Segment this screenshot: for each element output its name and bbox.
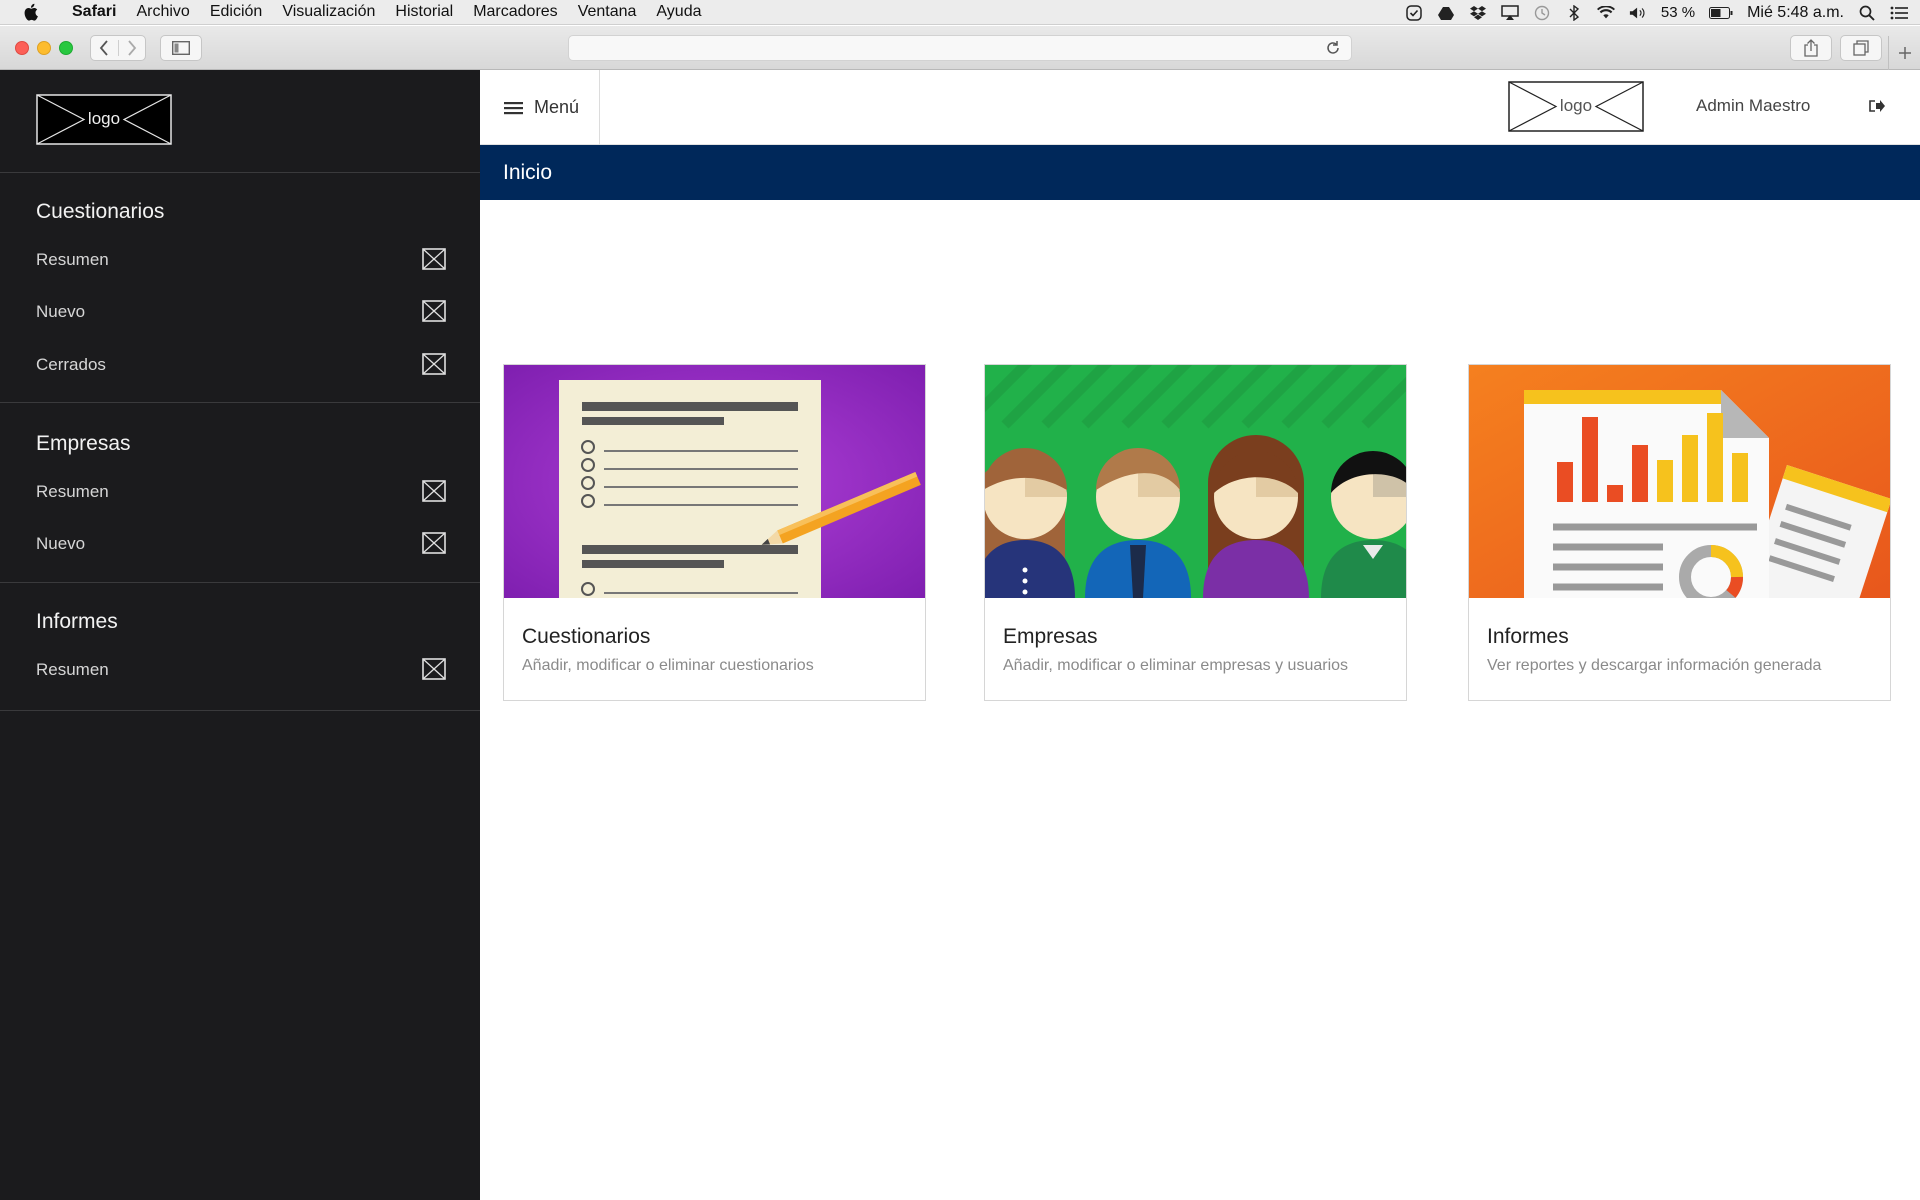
back-forward-group — [90, 35, 146, 61]
sidebar-item-informes-resumen[interactable]: Resumen — [0, 650, 480, 690]
menu-edicion[interactable]: Edición — [200, 3, 272, 21]
share-icon — [1804, 39, 1818, 57]
divider — [0, 172, 480, 173]
back-button[interactable] — [91, 40, 118, 56]
sidebar-item-cuestionarios-cerrados[interactable]: Cerrados — [0, 345, 480, 385]
sidebar-item-label: Nuevo — [36, 302, 86, 321]
menu-marcadores[interactable]: Marcadores — [463, 3, 567, 21]
sidebar-item-empresas-nuevo[interactable]: Nuevo — [0, 524, 480, 564]
time-machine-icon[interactable] — [1533, 4, 1551, 22]
clock[interactable]: Mié 5:48 a.m. — [1747, 4, 1844, 22]
sidebar: logo Cuestionarios Resumen Nuevo Cerrado… — [0, 70, 480, 1200]
card-description: Añadir, modificar o eliminar empresas y … — [1003, 657, 1349, 674]
card-title: Informes — [1487, 625, 1569, 648]
airplay-icon[interactable] — [1501, 4, 1519, 22]
card-empresas[interactable]: Empresas Añadir, modificar o eliminar em… — [984, 364, 1407, 701]
battery-icon[interactable] — [1709, 4, 1733, 22]
group-title-empresas: Empresas — [36, 432, 131, 455]
forward-button[interactable] — [117, 40, 145, 56]
group-title-cuestionarios: Cuestionarios — [36, 200, 165, 223]
divider — [0, 402, 480, 403]
sidebar-icon — [172, 41, 190, 55]
placeholder-icon — [422, 300, 446, 322]
status-area: 53 % Mié 5:48 a.m. — [1405, 0, 1908, 25]
placeholder-icon — [422, 658, 446, 680]
sidebar-item-label: Resumen — [36, 660, 109, 679]
tabs-icon — [1853, 40, 1869, 56]
logout-icon[interactable] — [1868, 98, 1886, 119]
address-bar[interactable] — [568, 35, 1352, 61]
sidebar-item-label: Cerrados — [36, 355, 106, 374]
divider — [0, 582, 480, 583]
menu-label: Menú — [534, 97, 580, 117]
card-cuestionarios[interactable]: Cuestionarios Añadir, modificar o elimin… — [503, 364, 926, 701]
minimize-window-button[interactable] — [37, 41, 51, 55]
share-button[interactable] — [1790, 35, 1832, 61]
new-tab-button[interactable] — [1888, 36, 1920, 70]
placeholder-icon — [422, 353, 446, 375]
menu-visualizacion[interactable]: Visualización — [272, 3, 385, 21]
card-informes[interactable]: Informes Ver reportes y descargar inform… — [1468, 364, 1891, 701]
sidebar-item-label: Resumen — [36, 250, 109, 269]
sidebar-logo-text: logo — [87, 109, 121, 128]
placeholder-icon — [422, 532, 446, 554]
card-image-people — [985, 365, 1406, 598]
checkmark-icon[interactable] — [1405, 4, 1423, 22]
plus-icon — [1898, 47, 1911, 59]
group-title-informes: Informes — [36, 610, 118, 633]
sidebar-item-cuestionarios-resumen[interactable]: Resumen — [0, 240, 480, 280]
wifi-icon[interactable] — [1596, 4, 1615, 22]
apple-icon[interactable] — [0, 3, 62, 21]
drive-icon[interactable] — [1437, 4, 1455, 22]
card-title: Empresas — [1003, 625, 1098, 648]
menu-ventana[interactable]: Ventana — [568, 3, 647, 21]
zoom-window-button[interactable] — [59, 41, 73, 55]
card-description: Ver reportes y descargar información gen… — [1487, 657, 1822, 674]
divider — [0, 710, 480, 711]
page-title: Inicio — [503, 161, 553, 184]
header-logo-text: logo — [1559, 96, 1593, 115]
volume-icon[interactable] — [1629, 4, 1647, 22]
card-description: Añadir, modificar o eliminar cuestionari… — [522, 657, 814, 674]
spotlight-search-icon[interactable] — [1858, 4, 1876, 22]
chevron-left-icon — [100, 40, 109, 56]
battery-percent: 53 % — [1660, 4, 1696, 21]
browser-toolbar — [0, 26, 1920, 70]
page-title-bar: Inicio — [480, 145, 1920, 200]
reload-icon[interactable] — [1325, 40, 1341, 61]
card-image-questionnaire — [504, 365, 925, 598]
sidebar-logo[interactable]: logo — [36, 94, 172, 145]
sidebar-item-cuestionarios-nuevo[interactable]: Nuevo — [0, 292, 480, 332]
hamburger-icon — [504, 101, 523, 114]
macos-menubar: Safari Archivo Edición Visualización His… — [0, 0, 1920, 25]
tabs-overview-button[interactable] — [1840, 35, 1882, 61]
chevron-right-icon — [128, 40, 137, 56]
window-controls — [15, 41, 73, 55]
menu-button[interactable]: Menú — [480, 70, 600, 145]
card-title: Cuestionarios — [522, 625, 651, 648]
sidebar-toggle-button[interactable] — [160, 35, 202, 61]
notification-center-icon[interactable] — [1890, 4, 1908, 22]
close-window-button[interactable] — [15, 41, 29, 55]
sidebar-item-label: Resumen — [36, 482, 109, 501]
menu-archivo[interactable]: Archivo — [126, 3, 199, 21]
sidebar-item-label: Nuevo — [36, 534, 86, 553]
menu-historial[interactable]: Historial — [385, 3, 463, 21]
menu-safari[interactable]: Safari — [62, 3, 126, 21]
user-name[interactable]: Admin Maestro — [1696, 96, 1810, 116]
card-image-reports — [1469, 365, 1890, 598]
sidebar-item-empresas-resumen[interactable]: Resumen — [0, 472, 480, 512]
dropbox-icon[interactable] — [1469, 4, 1487, 22]
bluetooth-icon[interactable] — [1565, 4, 1583, 22]
header-logo[interactable]: logo — [1508, 81, 1644, 132]
placeholder-icon — [422, 248, 446, 270]
placeholder-icon — [422, 480, 446, 502]
app-header: Menú logo Admin Maestro — [480, 70, 1920, 145]
menu-ayuda[interactable]: Ayuda — [646, 3, 711, 21]
